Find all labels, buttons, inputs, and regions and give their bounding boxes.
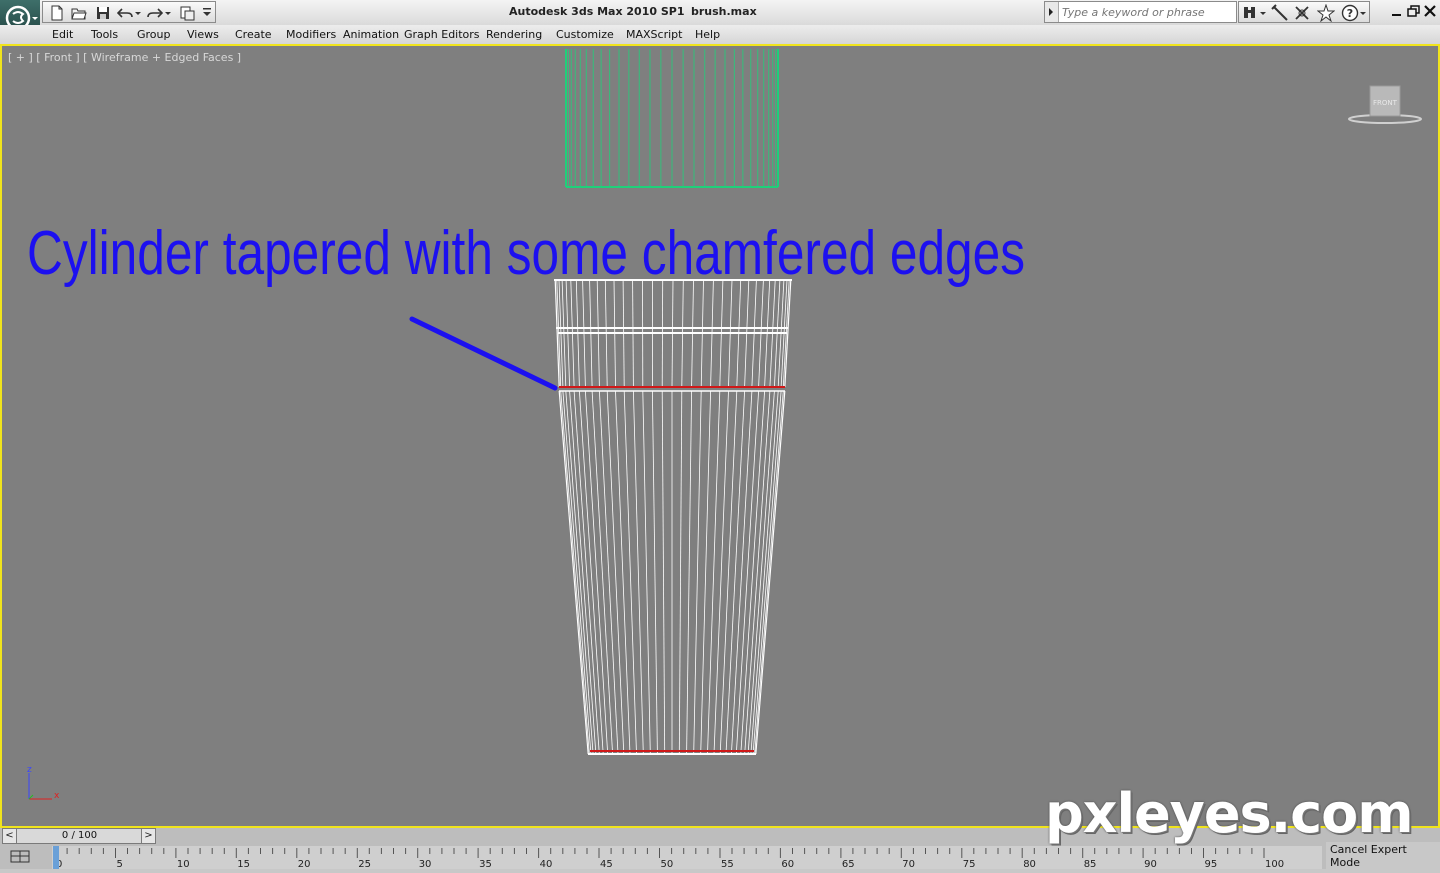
redo-dropdown-icon[interactable] [164, 5, 172, 21]
menu-tools[interactable]: Tools [91, 28, 118, 41]
ruler-tick-label: 75 [963, 859, 976, 869]
wire-edge [616, 391, 631, 754]
menu-graph-editors[interactable]: Graph Editors [404, 28, 480, 41]
app-title: Autodesk 3ds Max 2010 SP1 [509, 5, 684, 18]
ruler-tick-label: 45 [600, 859, 613, 869]
help-icon[interactable]: ? [1341, 4, 1359, 22]
redo-icon[interactable] [147, 5, 163, 21]
ruler-tick-label: 35 [479, 859, 492, 869]
file-name: brush.max [691, 5, 757, 18]
title-bar: Autodesk 3ds Max 2010 SP1 brush.max ? [0, 0, 1440, 25]
ruler-tick-label: 50 [661, 859, 674, 869]
ruler-tick-label: 55 [721, 859, 734, 869]
infocenter-search [1044, 1, 1237, 23]
wire-edge [714, 391, 729, 754]
menu-group[interactable]: Group [137, 28, 171, 41]
time-slider-value[interactable]: 0 / 100 [17, 829, 142, 843]
close-icon[interactable] [1423, 4, 1437, 18]
wire-edge [687, 391, 692, 754]
ruler-tick-label: 25 [358, 859, 371, 869]
communication-center-icon[interactable] [1293, 4, 1311, 22]
time-slider-next-button[interactable]: > [141, 829, 155, 843]
wire-edge [679, 391, 682, 754]
wire-edge [755, 391, 784, 754]
favorites-star-icon[interactable] [1317, 4, 1335, 22]
viewcube[interactable]: FRONT [1349, 86, 1421, 123]
ruler-tick-label: 10 [177, 859, 190, 869]
track-ruler: 0510152025303540455055606570758085909510… [52, 846, 1322, 869]
menu-rendering[interactable]: Rendering [486, 28, 542, 41]
ruler-tick-label: 30 [419, 859, 432, 869]
menu-modifiers[interactable]: Modifiers [286, 28, 336, 41]
project-folder-icon[interactable] [179, 5, 195, 21]
annotation-arrow [412, 319, 555, 388]
wireframe-scene: FRONT z x [2, 46, 1438, 826]
axis-z-label: z [27, 765, 32, 775]
wire-edge [662, 280, 663, 387]
time-slider-prev-button[interactable]: < [3, 829, 17, 843]
axis-x-label: x [54, 791, 60, 801]
new-file-icon[interactable] [49, 5, 65, 21]
quick-access-toolbar [42, 1, 216, 23]
ruler-tick-label: 20 [298, 859, 311, 869]
current-frame-marker[interactable] [53, 846, 59, 869]
menu-edit[interactable]: Edit [52, 28, 73, 41]
wire-edge [694, 391, 702, 754]
wire-edge [652, 391, 657, 754]
minimize-icon[interactable] [1390, 4, 1404, 18]
wire-edge [643, 391, 651, 754]
undo-icon[interactable] [117, 5, 133, 21]
binoculars-icon[interactable] [1241, 4, 1259, 22]
wire-edge [623, 280, 624, 387]
customize-qat-dropdown-icon[interactable] [201, 5, 213, 21]
axis-tripod: z x [27, 765, 60, 801]
svg-text:?: ? [1347, 7, 1353, 20]
menu-animation[interactable]: Animation [343, 28, 399, 41]
restore-icon[interactable] [1407, 4, 1421, 18]
time-slider[interactable]: < 0 / 100 > [2, 828, 156, 844]
ruler-tick-label: 80 [1023, 859, 1036, 869]
menu-customize[interactable]: Customize [556, 28, 614, 41]
track-bar[interactable]: 0510152025303540455055606570758085909510… [52, 846, 1322, 869]
ruler-tick-label: 70 [902, 859, 915, 869]
annotation-text: Cylinder tapered with some chamfered edg… [27, 218, 1025, 289]
infocenter-toolbar: ? [1238, 1, 1370, 23]
menu-maxscript[interactable]: MAXScript [626, 28, 682, 41]
cancel-expert-mode-button[interactable]: Cancel Expert Mode [1326, 842, 1440, 869]
track-bar-toggle-icon[interactable] [8, 848, 34, 866]
ruler-tick-label: 65 [842, 859, 855, 869]
menu-help[interactable]: Help [695, 28, 720, 41]
save-file-icon[interactable] [95, 5, 111, 21]
ruler-tick-label: 15 [237, 859, 250, 869]
play-arrow-icon [1045, 2, 1057, 22]
wire-edge [633, 280, 634, 387]
tapered-cylinder-wireframe[interactable] [554, 280, 792, 754]
ruler-tick-label: 85 [1084, 859, 1097, 869]
menu-views[interactable]: Views [187, 28, 219, 41]
search-input[interactable] [1060, 4, 1236, 21]
cancel-expert-mode-label: Cancel Expert Mode [1330, 843, 1440, 869]
ruler-tick-label: 40 [540, 859, 553, 869]
ruler-tick-label: 5 [117, 859, 123, 869]
ruler-tick-label: 60 [781, 859, 794, 869]
front-viewport[interactable]: [ + ] [ Front ] [ Wireframe + Edged Face… [0, 44, 1440, 828]
watermark-logo: pxleyes.com [1045, 782, 1412, 845]
ruler-tick-label: 100 [1265, 859, 1284, 869]
viewcube-label[interactable]: FRONT [1373, 99, 1398, 107]
menu-bar: Edit Tools Group Views Create Modifiers … [0, 25, 1440, 45]
green-cylinder-wireframe[interactable] [566, 49, 778, 187]
search-expand-button[interactable] [1045, 2, 1059, 22]
subscription-center-icon[interactable] [1271, 4, 1289, 22]
wire-edge [561, 391, 590, 754]
menu-create[interactable]: Create [235, 28, 272, 41]
open-file-icon[interactable] [71, 5, 87, 21]
undo-dropdown-icon[interactable] [134, 5, 142, 21]
wire-edge [662, 391, 665, 754]
ruler-tick-label: 95 [1205, 859, 1218, 869]
ruler-tick-label: 90 [1144, 859, 1157, 869]
wire-edge [672, 280, 673, 387]
help-dropdown-icon[interactable] [1359, 4, 1367, 22]
binoculars-dropdown-icon[interactable] [1259, 4, 1267, 22]
